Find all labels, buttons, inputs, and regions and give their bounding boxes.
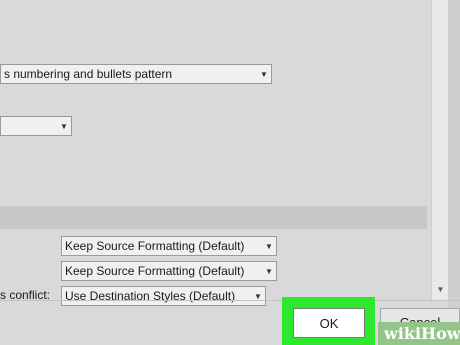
section-header-bar: [0, 206, 427, 229]
blank-setting-dropdown[interactable]: ▼: [0, 116, 72, 136]
numbering-pattern-value: s numbering and bullets pattern: [4, 67, 173, 81]
paste-option-value-2: Keep Source Formatting (Default): [65, 264, 245, 278]
ok-button[interactable]: OK: [293, 308, 365, 338]
paste-option-dropdown-3[interactable]: Use Destination Styles (Default) ▼: [61, 286, 266, 306]
chevron-down-icon: ▼: [265, 241, 273, 251]
numbering-pattern-dropdown[interactable]: s numbering and bullets pattern ▼: [0, 64, 272, 84]
paste-option-dropdown-2[interactable]: Keep Source Formatting (Default) ▼: [61, 261, 277, 281]
paste-option-value-1: Keep Source Formatting (Default): [65, 239, 245, 253]
chevron-down-icon: ▼: [260, 69, 268, 79]
button-area-divider: [0, 300, 460, 301]
paste-option-dropdown-1[interactable]: Keep Source Formatting (Default) ▼: [61, 236, 277, 256]
chevron-down-icon: ▼: [265, 266, 273, 276]
chevron-down-icon: ▼: [60, 121, 68, 131]
vertical-scrollbar[interactable]: ▼: [431, 0, 449, 300]
scroll-down-arrow-icon[interactable]: ▼: [432, 283, 449, 297]
window-edge: [448, 0, 460, 345]
wikihow-watermark: wikiHow: [378, 322, 460, 345]
